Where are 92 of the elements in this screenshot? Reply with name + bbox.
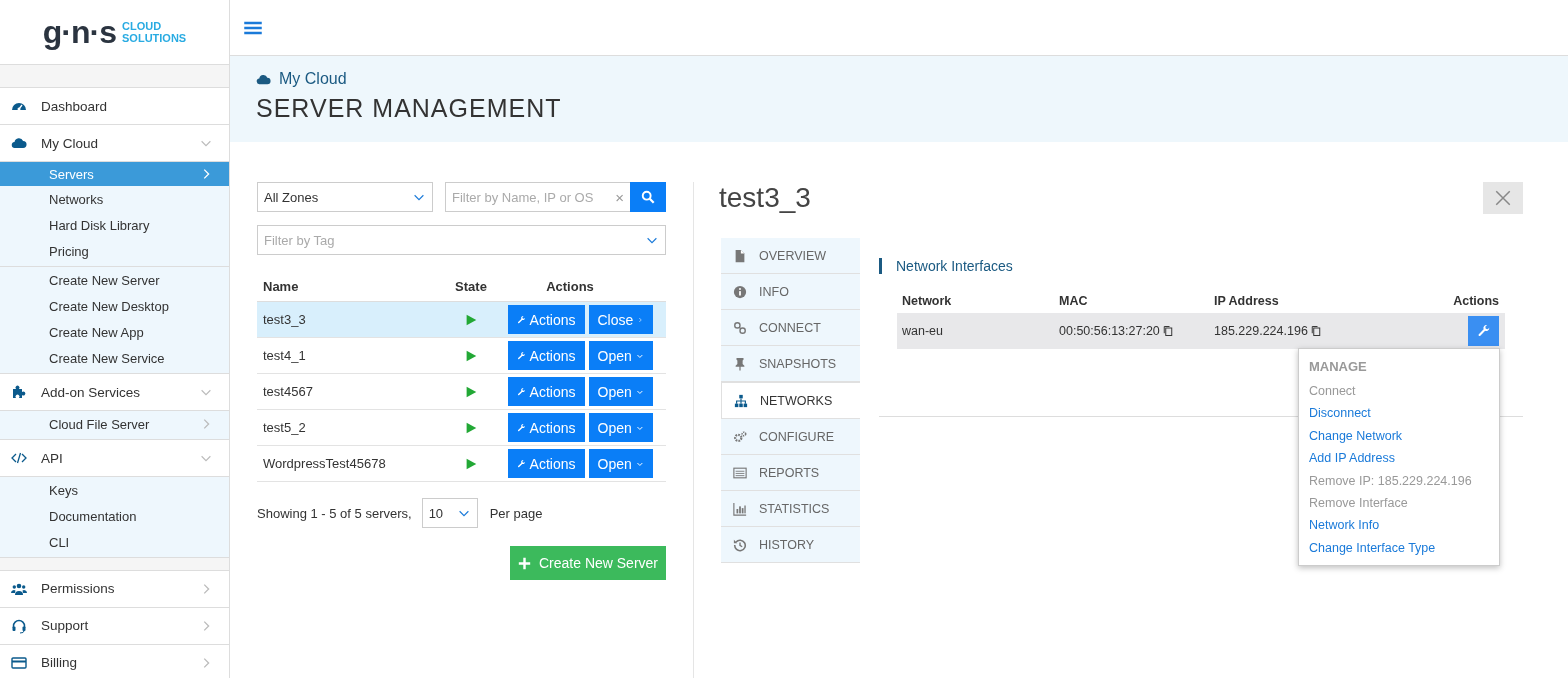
users-icon <box>11 581 27 597</box>
pagination-summary: Showing 1 - 5 of 5 servers, <box>257 505 412 521</box>
search-button[interactable] <box>630 182 666 212</box>
actions-button[interactable]: Actions <box>507 341 585 370</box>
nav-subitem[interactable]: CLI <box>0 529 229 556</box>
history-icon <box>733 537 747 552</box>
open-button[interactable]: Open <box>588 413 653 442</box>
open-button[interactable]: Open <box>588 449 653 478</box>
table-row[interactable]: test5_2 Actions Open <box>257 410 666 446</box>
breadcrumb-link[interactable]: My Cloud <box>279 70 347 88</box>
tab[interactable]: INFO <box>721 274 860 310</box>
wrench-icon <box>1476 324 1491 338</box>
copy-icon <box>1309 325 1322 337</box>
close-button[interactable]: Close <box>588 305 653 334</box>
headset-icon <box>11 618 27 634</box>
table-row[interactable]: test4_1 Actions Open <box>257 338 666 374</box>
link-icon <box>733 320 747 335</box>
section-title: Network Interfaces <box>879 258 1523 274</box>
menu-header: MANAGE <box>1309 359 1368 374</box>
copy-icon <box>1161 325 1174 337</box>
actions-button[interactable]: Actions <box>507 449 585 478</box>
search-field[interactable]: Filter by Name, IP or OS × <box>445 182 630 212</box>
menu-item[interactable]: Network Info <box>1309 514 1499 537</box>
menu-item[interactable]: Change Network <box>1309 424 1499 448</box>
close-button[interactable] <box>1483 182 1523 214</box>
table-row[interactable]: test3_3 Actions Close <box>257 302 666 338</box>
zone-select[interactable]: All Zones <box>257 182 433 212</box>
per-page-select[interactable]: 10 <box>421 498 478 528</box>
bar-chart-icon <box>733 501 747 516</box>
table-cell-text: test5_2 <box>262 420 307 435</box>
sitemap-icon <box>734 393 748 408</box>
nav-subitem[interactable]: Create New Server <box>0 267 229 294</box>
column-header: Name <box>262 278 300 294</box>
menu-item[interactable]: Add IP Address <box>1309 447 1499 470</box>
close-icon <box>1494 189 1512 207</box>
tab[interactable]: HISTORY <box>721 527 860 563</box>
column-header: MAC <box>1059 293 1089 308</box>
menu-item[interactable]: Change Interface Type <box>1309 536 1499 560</box>
puzzle-icon <box>11 384 27 401</box>
nav-subitem[interactable]: Create New App <box>0 319 229 346</box>
column-header: IP Address <box>1214 293 1280 308</box>
column-header: Network <box>901 293 953 308</box>
table-cell-text: test4_1 <box>262 348 307 363</box>
menu-item[interactable]: Disconnect <box>1309 402 1499 425</box>
nav-subitem[interactable]: Keys <box>0 477 229 504</box>
table-cell-text: WordpressTest45678 <box>262 456 387 471</box>
info-icon <box>733 284 747 299</box>
table-cell-text: wan-eu <box>901 324 944 338</box>
actions-button[interactable]: Actions <box>507 413 585 442</box>
column-header: State <box>454 278 488 294</box>
open-button[interactable]: Open <box>588 377 653 406</box>
credit-card-icon <box>11 655 27 671</box>
nav-subitem[interactable]: Documentation <box>0 503 229 530</box>
page-title: SERVER MANAGEMENT <box>256 94 563 123</box>
tab[interactable]: NETWORKS <box>721 382 860 419</box>
column-header: Actions <box>1452 293 1500 308</box>
nav-item[interactable]: Support <box>0 608 229 645</box>
gears-icon <box>733 429 747 444</box>
column-header: Actions <box>545 278 595 294</box>
tab[interactable]: REPORTS <box>721 455 860 491</box>
open-button[interactable]: Open <box>588 341 653 370</box>
nav-subitem[interactable]: Servers <box>0 162 229 187</box>
tab[interactable]: SNAPSHOTS <box>721 346 860 382</box>
nav-item[interactable]: Dashboard <box>0 88 229 126</box>
pin-icon <box>733 356 747 371</box>
server-title: test3_3 <box>719 182 811 214</box>
table-cell: 00:50:56:13:27:20 <box>1059 324 1160 338</box>
tab[interactable]: CONNECT <box>721 310 860 346</box>
table-cell-text: test4567 <box>262 384 314 399</box>
table-cell: 185.229.224.196 <box>1214 324 1308 338</box>
nav-subitem[interactable]: Create New Desktop <box>0 293 229 320</box>
plus-icon <box>517 556 531 570</box>
nav-item[interactable]: Billing <box>0 645 229 678</box>
tab[interactable]: OVERVIEW <box>721 238 860 274</box>
nav-subitem[interactable]: Pricing <box>0 238 229 265</box>
actions-button[interactable]: Actions <box>507 377 585 406</box>
table-cell-text: test3_3 <box>262 312 307 327</box>
clear-button[interactable]: × <box>615 188 624 206</box>
per-page-label: Per page <box>489 505 543 521</box>
tab[interactable]: STATISTICS <box>721 491 860 527</box>
document-icon <box>733 248 747 263</box>
nav-subitem[interactable]: Hard Disk Library <box>0 212 229 239</box>
table-row[interactable]: WordpressTest45678 Actions Open <box>257 446 666 482</box>
list-icon <box>733 465 747 480</box>
nav-subitem[interactable]: Networks <box>0 186 229 213</box>
tab[interactable]: CONFIGURE <box>721 419 860 455</box>
table-row[interactable]: test4567 Actions Open <box>257 374 666 410</box>
search-icon <box>641 190 655 204</box>
actions-button[interactable]: Actions <box>507 305 585 334</box>
nav-subitem[interactable]: Create New Service <box>0 345 229 372</box>
nav-item[interactable]: Permissions <box>0 571 229 608</box>
wrench-button[interactable] <box>1468 316 1499 346</box>
